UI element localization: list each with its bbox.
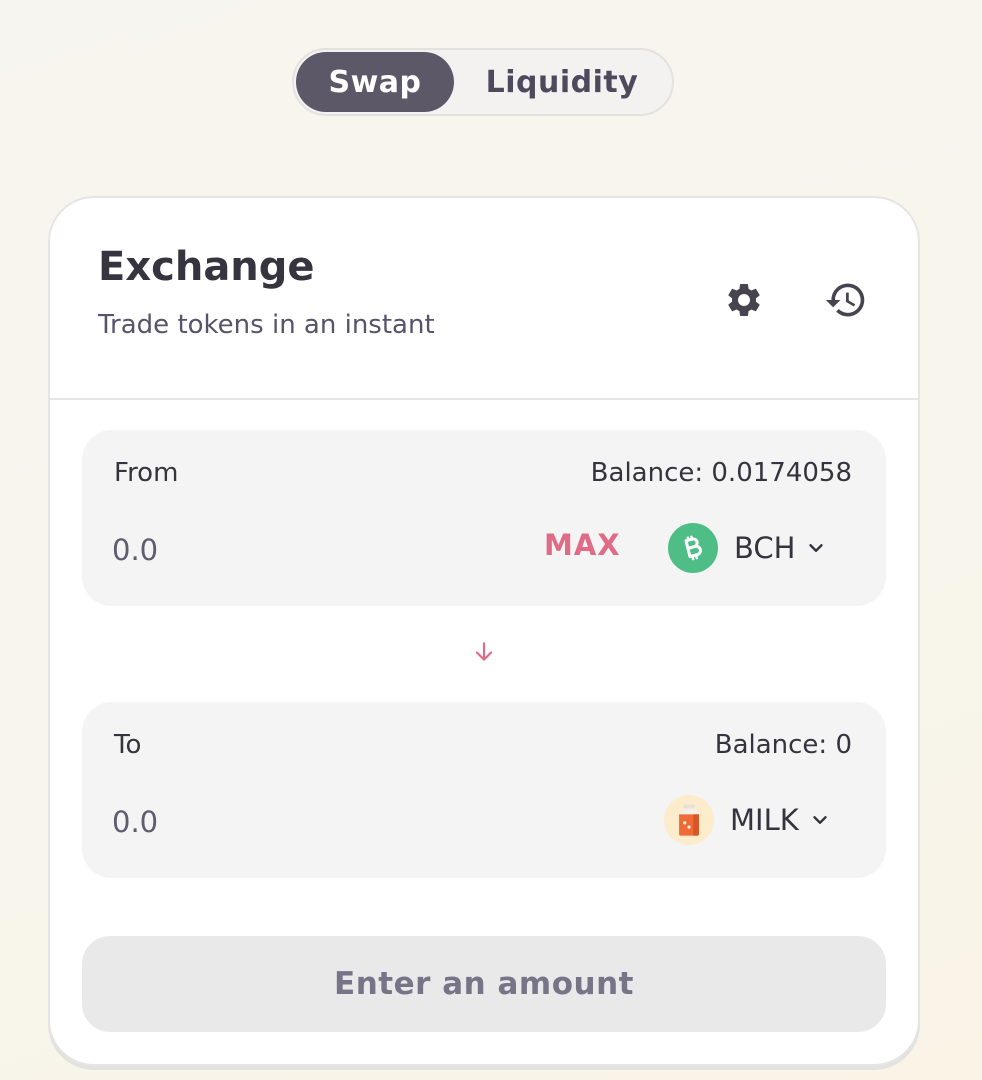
gear-icon [728,284,760,316]
arrow-down-icon [475,642,493,661]
swap-liquidity-toggle: Swap Liquidity [292,48,674,116]
to-panel: To Balance: 0 MILK [82,702,886,878]
from-label: From [114,458,179,488]
settings-button[interactable] [718,274,770,326]
max-button[interactable]: MAX [544,528,621,562]
swap-direction-button[interactable] [468,636,500,668]
page-title: Exchange [98,244,315,290]
from-token-select[interactable]: BCH [668,522,827,574]
chevron-down-icon [809,809,831,831]
history-icon [825,283,865,317]
tab-swap[interactable]: Swap [296,52,454,112]
to-amount-input[interactable] [112,800,412,844]
from-token-symbol: BCH [734,531,796,565]
enter-amount-button[interactable]: Enter an amount [82,936,886,1032]
to-label: To [114,730,142,760]
from-amount-input[interactable] [112,528,412,572]
milk-token-icon [664,795,714,845]
to-token-symbol: MILK [730,803,799,837]
tab-liquidity[interactable]: Liquidity [454,52,670,112]
history-button[interactable] [820,274,872,326]
from-panel: From Balance: 0.0174058 MAX BCH [82,430,886,606]
bch-token-icon [668,523,718,573]
page-subtitle: Trade tokens in an instant [98,310,435,340]
to-token-select[interactable]: MILK [664,794,831,846]
to-balance: Balance: 0 [714,730,852,760]
from-balance: Balance: 0.0174058 [590,458,852,488]
card-header: Exchange Trade tokens in an instant [50,198,918,400]
exchange-card: Exchange Trade tokens in an instant From… [48,196,920,1066]
chevron-down-icon [805,537,827,559]
